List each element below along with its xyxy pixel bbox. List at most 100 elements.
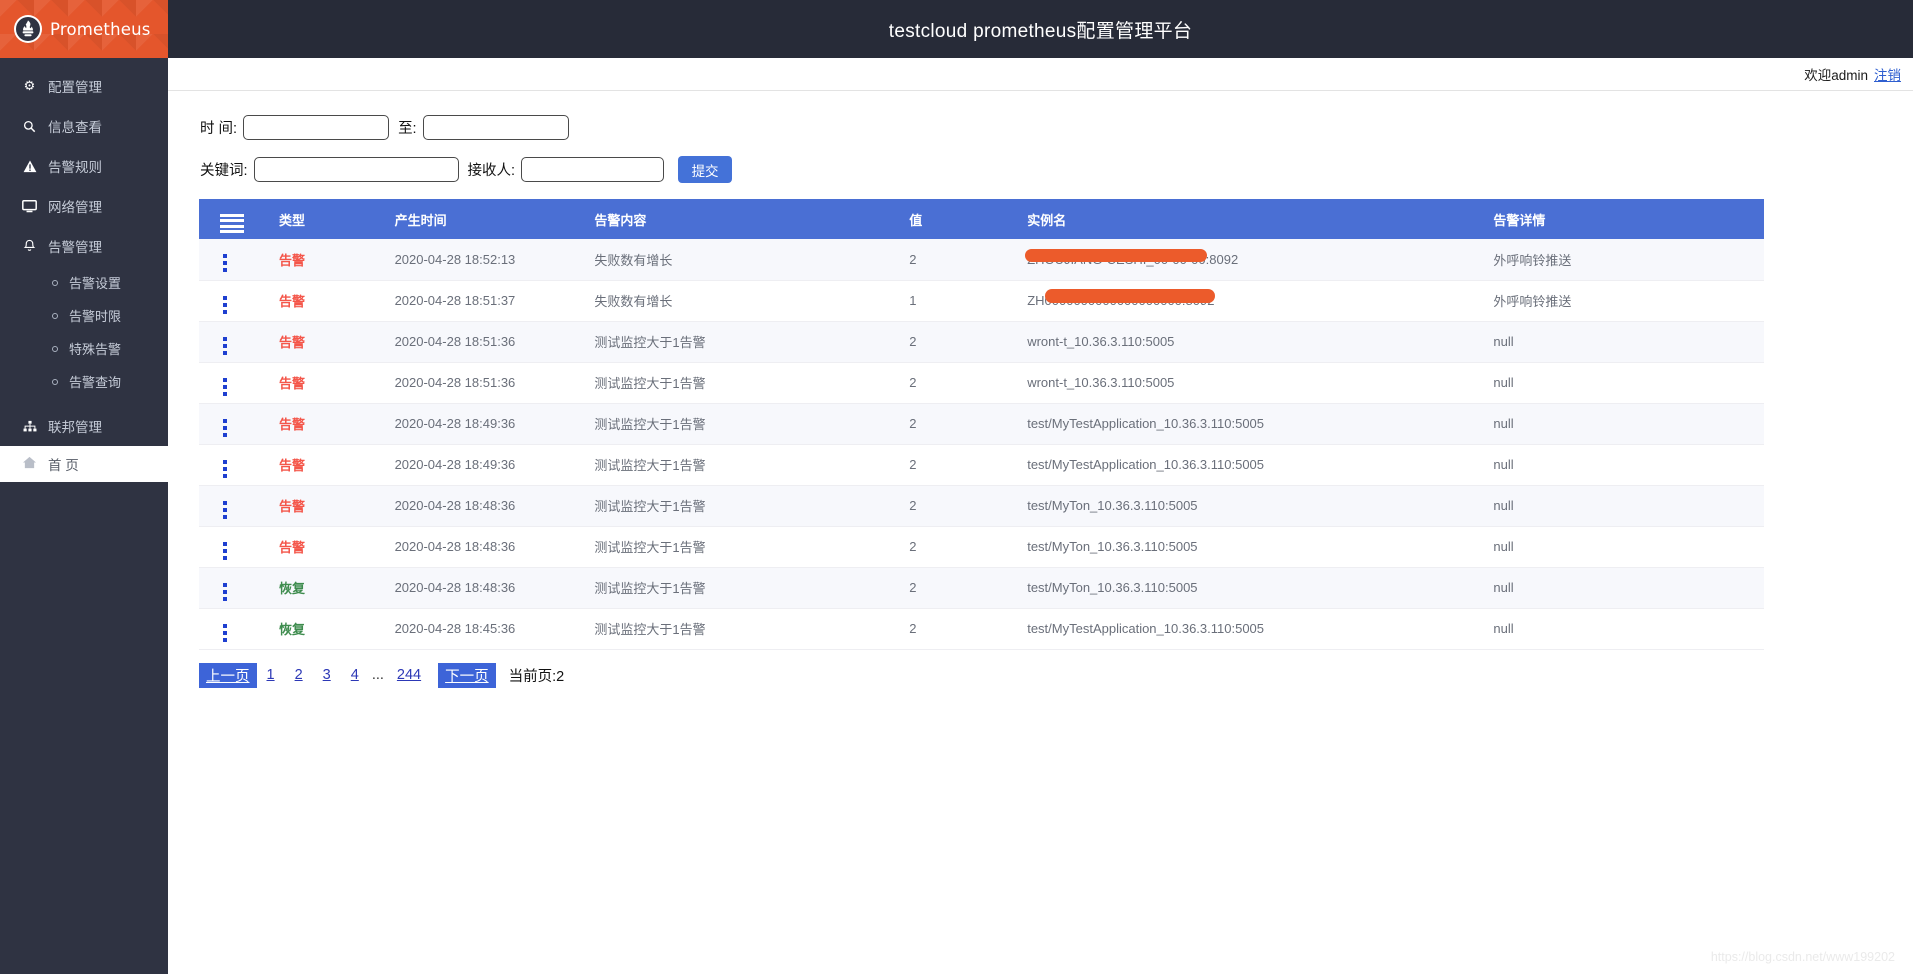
page-number-last[interactable]: 244 [387,665,431,685]
row-menu-cell[interactable] [199,280,261,322]
warning-triangle-icon [22,160,37,173]
kebab-menu-icon[interactable] [199,541,227,560]
instance-name: wront-t_10.36.3.110:5005 [1027,334,1175,349]
page-number-3[interactable]: 3 [313,665,341,685]
alerts-table: 类型 产生时间 告警内容 值 实例名 告警详情 告警 2020-04-28 18:… [199,199,1764,650]
logout-link[interactable]: 注销 [1874,64,1901,84]
sidebar-item-label: 告警规则 [48,160,102,175]
table-row[interactable]: 告警 2020-04-28 18:51:37失败数有增长1 ZH0000000000… [199,280,1764,322]
row-menu-cell[interactable] [199,444,261,486]
sitemap-icon [22,420,37,433]
kebab-menu-icon[interactable] [199,254,227,273]
sidebar-item-federation[interactable]: 联邦管理 [0,406,168,446]
column-header-type[interactable]: 类型 [260,199,377,239]
cell-value: 2 [898,321,1010,363]
home-icon [22,456,37,472]
row-menu-cell[interactable] [199,567,261,609]
keyword-label: 关键词: [200,163,248,179]
current-page-label: 当前页:2 [508,668,565,685]
kebab-menu-icon[interactable] [199,295,227,314]
cell-detail: null [1475,608,1764,650]
column-header-detail[interactable]: 告警详情 [1475,199,1764,239]
kebab-menu-icon[interactable] [199,582,227,601]
column-header-content[interactable]: 告警内容 [576,199,899,239]
sidebar-item-alert-rules[interactable]: 告警规则 [0,146,168,186]
kebab-menu-icon[interactable] [199,336,227,355]
cell-content: 测试监控大于1告警 [576,526,899,568]
cell-detail: null [1475,567,1764,609]
instance-name: test/MyTon_10.36.3.110:5005 [1027,539,1198,554]
sidebar-item-label: 配置管理 [48,80,102,95]
receiver-input[interactable] [521,157,665,182]
prev-page-button[interactable]: 上一页 [199,662,257,688]
circle-bullet-icon [52,345,58,352]
sidebar-item-config[interactable]: ⚙ 配置管理 [0,66,168,106]
kebab-menu-icon[interactable] [199,459,227,478]
receiver-label: 接收人: [467,163,516,179]
sidebar-item-info[interactable]: 信息查看 [0,106,168,146]
page-number-1[interactable]: 1 [257,665,285,685]
sidebar-subitem-label: 告警查询 [69,375,122,390]
column-header-time[interactable]: 产生时间 [376,199,577,239]
page-number-4[interactable]: 4 [341,665,369,685]
brand-header[interactable]: Prometheus [0,0,168,58]
table-row[interactable]: 告警 2020-04-28 18:51:36 测试监控大于1告警 2 wront-t_1… [199,362,1764,404]
page-number-2[interactable]: 2 [285,665,313,685]
row-menu-cell[interactable] [199,485,261,527]
table-row[interactable]: 告警 2020-04-28 18:49:36 测试监控大于1告警 2 test/MyTe… [199,444,1764,486]
cell-detail: 外呼响铃推送 [1475,280,1764,322]
status-badge: 告警 [279,540,306,555]
table-menu-header[interactable] [199,199,261,239]
cell-time: 2020-04-28 18:49:36 [376,444,577,486]
kebab-menu-icon[interactable] [199,377,227,396]
keyword-input[interactable] [253,157,459,182]
row-menu-cell[interactable] [199,526,261,568]
cell-time: 2020-04-28 18:48:36 [376,567,577,609]
pagination-ellipsis: ... [371,667,384,683]
column-header-instance[interactable]: 实例名 [1009,199,1476,239]
bell-icon [22,239,37,253]
row-menu-cell[interactable] [199,321,261,363]
cell-instance: ZHOUJIANG-CESHI_00-00-00:8092 [1009,239,1476,281]
row-menu-cell[interactable] [199,362,261,404]
status-badge: 告警 [279,458,306,473]
cell-type: 恢复 [260,567,377,609]
sidebar-item-alert-manage[interactable]: 告警管理 [0,226,168,266]
table-row[interactable]: 告警 2020-04-28 18:48:36 测试监控大于1告警 2 test/MyTo… [199,485,1764,527]
main-content: 时 间: 至: 关键词: 接收人: 提交 类型 产生时间 告警内容 值 实例名 … [168,91,1913,974]
table-row[interactable]: 恢复 2020-04-28 18:45:36 测试监控大于1告警 2 test/MyTe… [199,608,1764,650]
instance-name: test/MyTestApplication_10.36.3.110:5005 [1027,416,1265,431]
time-end-input[interactable] [422,115,569,140]
sidebar-subitem-special-alert[interactable]: 特殊告警 [0,332,168,365]
kebab-menu-icon[interactable] [199,623,227,642]
cell-detail: null [1475,485,1764,527]
table-row[interactable]: 告警 2020-04-28 18:49:36 测试监控大于1告警 2 test/MyTe… [199,403,1764,445]
next-page-button[interactable]: 下一页 [438,662,496,688]
submit-button[interactable]: 提交 [678,156,733,183]
hamburger-icon[interactable] [199,213,244,234]
prometheus-torch-icon [14,15,42,43]
row-menu-cell[interactable] [199,239,261,281]
cell-instance: test/MyTon_10.36.3.110:5005 [1009,526,1476,568]
table-row[interactable]: 告警 2020-04-28 18:48:36 测试监控大于1告警 2 test/MyTo… [199,526,1764,568]
cell-content: 失败数有增长 [576,280,899,322]
row-menu-cell[interactable] [199,403,261,445]
cell-value: 2 [898,608,1010,650]
kebab-menu-icon[interactable] [199,418,227,437]
table-row[interactable]: 告警 2020-04-28 18:51:36 测试监控大于1告警 2 wront-t_1… [199,321,1764,363]
table-row[interactable]: 告警 2020-04-28 18:52:13失败数有增长2 ZHOUJIANG-CE… [199,239,1764,281]
time-start-input[interactable] [243,115,390,140]
cell-type: 告警 [260,485,377,527]
table-row[interactable]: 恢复 2020-04-28 18:48:36 测试监控大于1告警 2 test/MyTo… [199,567,1764,609]
sidebar-subitem-alert-query[interactable]: 告警查询 [0,365,168,398]
sidebar-item-home[interactable]: 首 页 [0,446,168,482]
kebab-menu-icon[interactable] [199,500,227,519]
search-form: 时 间: 至: 关键词: 接收人: 提交 [168,91,1913,183]
sidebar-subitem-alert-window[interactable]: 告警时限 [0,299,168,332]
cell-type: 告警 [260,526,377,568]
status-badge: 告警 [279,252,306,268]
row-menu-cell[interactable] [199,608,261,650]
column-header-value[interactable]: 值 [898,199,1010,239]
sidebar-subitem-alert-settings[interactable]: 告警设置 [0,266,168,299]
sidebar-item-network[interactable]: 网络管理 [0,186,168,226]
